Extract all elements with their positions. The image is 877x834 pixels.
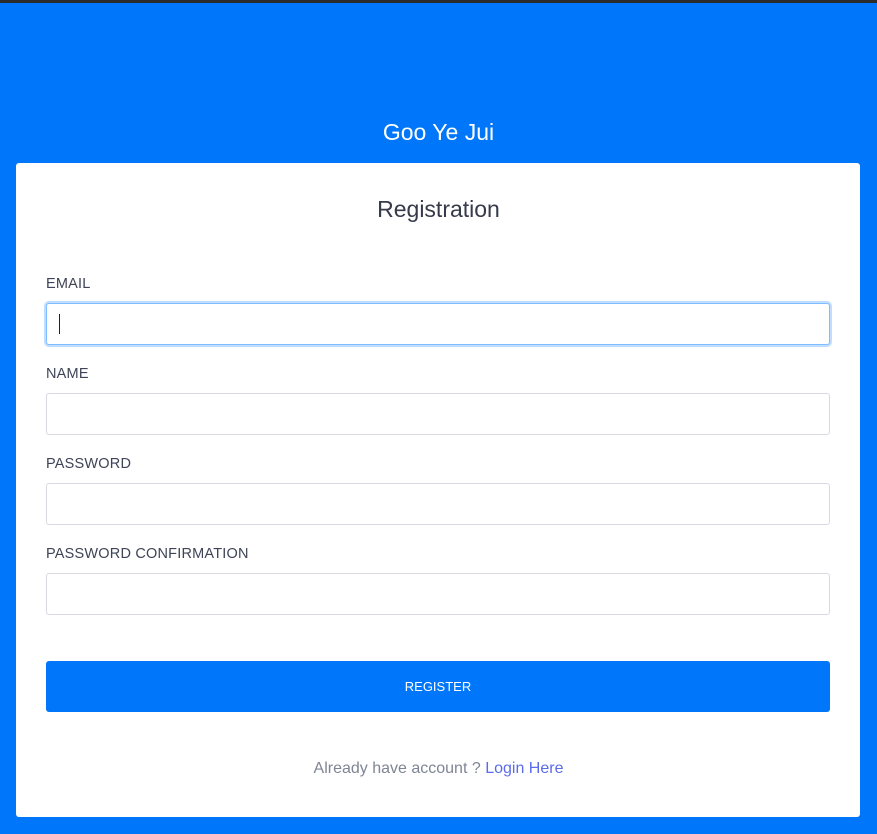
site-title: Goo Ye Jui <box>382 119 495 145</box>
text-caret <box>59 314 60 334</box>
password-field[interactable] <box>46 483 830 525</box>
window-top-border <box>0 0 877 3</box>
login-link[interactable]: Login Here <box>485 760 563 777</box>
email-field[interactable] <box>46 303 830 345</box>
password-confirmation-field[interactable] <box>46 573 830 615</box>
password-label: PASSWORD <box>46 456 132 472</box>
email-label: EMAIL <box>46 276 91 292</box>
name-field[interactable] <box>46 393 830 435</box>
login-prompt: Already have account ? Login Here <box>0 758 877 780</box>
name-label: NAME <box>46 366 89 382</box>
login-prompt-text: Already have account ? <box>313 760 481 777</box>
form-title: Registration <box>377 196 500 222</box>
password-confirmation-label: PASSWORD CONFIRMATION <box>46 546 249 562</box>
register-button[interactable]: REGISTER <box>46 661 830 712</box>
